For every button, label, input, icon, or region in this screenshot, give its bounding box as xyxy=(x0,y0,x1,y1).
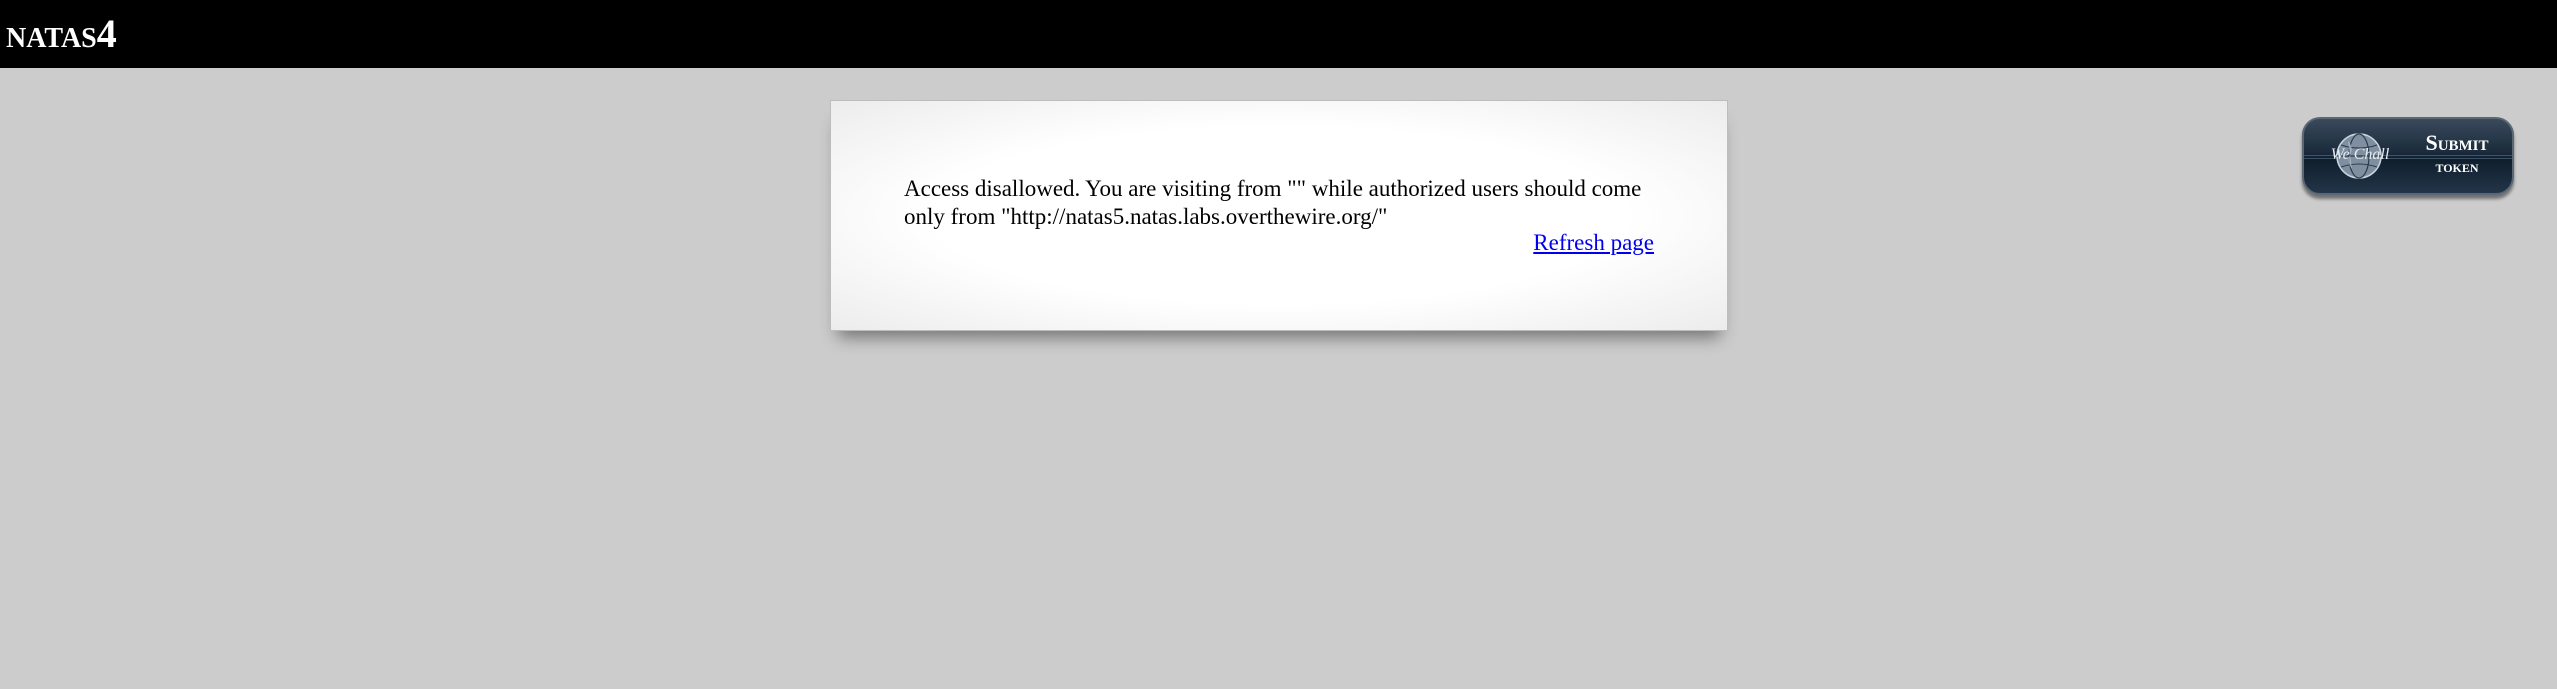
submit-label: Submit xyxy=(2425,130,2489,155)
header-bar: natas4 xyxy=(0,0,2557,68)
token-label: token xyxy=(2435,157,2479,176)
wechall-logo-text: We Chall xyxy=(2330,146,2390,163)
refresh-page-link[interactable]: Refresh page xyxy=(1533,229,1654,257)
site-title: natas4 xyxy=(6,11,117,56)
content-box: Access disallowed. You are visiting from… xyxy=(830,100,1728,331)
access-message: Access disallowed. You are visiting from… xyxy=(904,176,1642,229)
wechall-submit-token-button[interactable]: We Chall Submit token xyxy=(2302,117,2514,195)
